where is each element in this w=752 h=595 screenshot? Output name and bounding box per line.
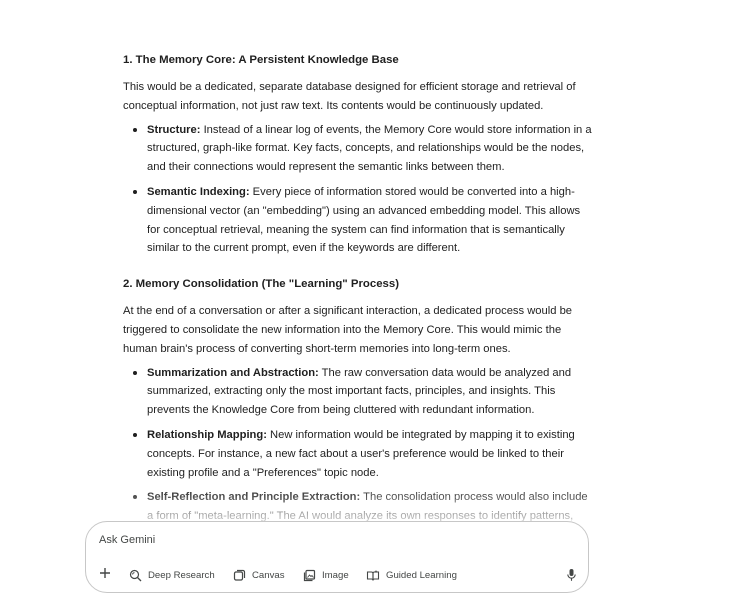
list-item-term: Semantic Indexing: — [147, 185, 250, 198]
section-intro: This would be a dedicated, separate data… — [123, 81, 576, 112]
guided-learning-label: Guided Learning — [386, 569, 457, 581]
list-item-term: Self-Reflection and Principle Extraction… — [147, 491, 361, 504]
plus-icon[interactable] — [97, 566, 113, 582]
prompt-input[interactable]: Ask Gemini — [99, 534, 155, 546]
list-item-term: Structure: — [147, 123, 201, 136]
list-item-text: Instead of a linear log of events, the M… — [147, 123, 592, 174]
section-heading: 1. The Memory Core: A Persistent Knowled… — [123, 54, 399, 66]
canvas-button[interactable]: Canvas — [233, 567, 285, 583]
section-heading: 2. Memory Consolidation (The "Learning" … — [123, 278, 399, 291]
list-item: Semantic Indexing: Every piece of inform… — [147, 182, 595, 258]
guided-learning-icon — [366, 569, 380, 581]
response-content: 1. The Memory Core: A Persistent Knowled… — [123, 52, 595, 550]
list-item: Summarization and Abstraction: The raw c… — [147, 363, 595, 420]
image-label: Image — [322, 569, 349, 581]
bullet-list: Summarization and Abstraction: The raw c… — [123, 363, 595, 545]
list-item-term: Relationship Mapping: — [147, 428, 267, 441]
prompt-input-box[interactable]: Ask Gemini Deep Research Canvas Image Gu… — [85, 521, 589, 593]
deep-research-icon — [129, 569, 142, 581]
deep-research-label: Deep Research — [148, 569, 215, 581]
canvas-icon — [233, 569, 246, 581]
deep-research-button[interactable]: Deep Research — [129, 567, 215, 583]
list-item: Relationship Mapping: New information wo… — [147, 425, 595, 482]
list-item: Structure: Instead of a linear log of ev… — [147, 120, 595, 177]
mic-icon[interactable] — [566, 568, 577, 587]
canvas-label: Canvas — [252, 569, 285, 581]
guided-learning-button[interactable]: Guided Learning — [366, 567, 457, 583]
image-button[interactable]: Image — [303, 567, 349, 583]
bullet-list: Structure: Instead of a linear log of ev… — [123, 120, 595, 259]
section-intro: At the end of a conversation or after a … — [123, 305, 573, 355]
list-item-term: Summarization and Abstraction: — [147, 366, 319, 379]
image-icon — [303, 569, 316, 581]
